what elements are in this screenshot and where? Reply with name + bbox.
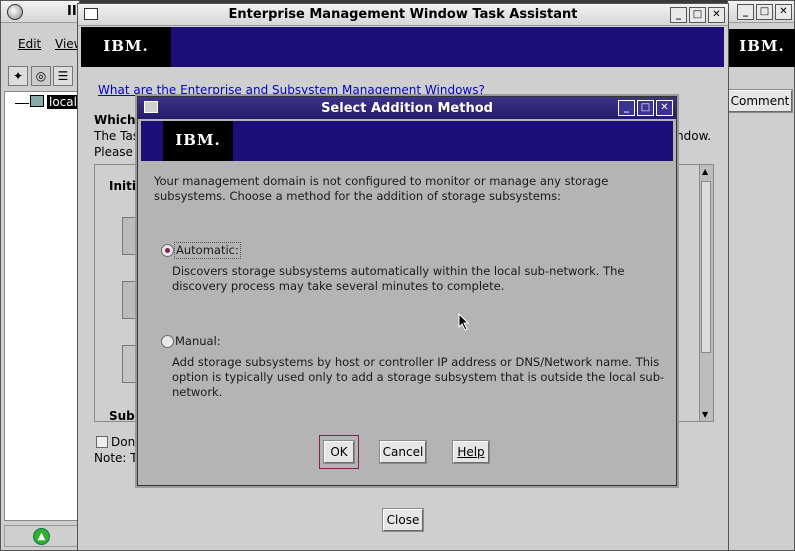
- dialog-ibm-banner: IBM.: [141, 121, 673, 161]
- wand-icon[interactable]: ✦: [8, 66, 28, 86]
- ibm-logo-box: IBM.: [81, 27, 171, 67]
- background-window-titlebar[interactable]: II: [1, 1, 79, 23]
- ibm-logo: IBM.: [103, 37, 149, 55]
- menu-edit[interactable]: Edit: [18, 37, 41, 51]
- ibm-logo: IBM.: [175, 131, 221, 149]
- dialog-intro-text: Your management domain is not configured…: [154, 174, 609, 203]
- scroll-up-icon[interactable]: ▲: [702, 167, 708, 176]
- ibm-logo-box: IBM.: [163, 121, 233, 161]
- right-window: _ □ ✕ IBM. Comment: [727, 0, 795, 551]
- note-text: Note: T: [94, 451, 138, 465]
- dialog-titlebar[interactable]: Select Addition Method _ □ ✕: [138, 97, 676, 119]
- automatic-description: Discovers storage subsystems automatical…: [172, 264, 625, 293]
- monitor-icon[interactable]: ◎: [31, 66, 51, 86]
- status-bar: ▲: [4, 525, 81, 547]
- help-link[interactable]: What are the Enterprise and Subsystem Ma…: [98, 83, 485, 97]
- manual-description: Add storage subsystems by host or contro…: [172, 355, 665, 399]
- tree-line: [15, 103, 29, 104]
- mouse-pointer-icon: [458, 313, 470, 331]
- right-window-titlebar[interactable]: _ □ ✕: [728, 1, 794, 23]
- maximize-icon[interactable]: □: [689, 7, 706, 23]
- task-assistant-titlebar[interactable]: Enterprise Management Window Task Assist…: [78, 4, 728, 26]
- automatic-radio[interactable]: [161, 244, 174, 257]
- status-up-arrow-icon: ▲: [33, 528, 50, 545]
- computer-icon: [30, 95, 44, 107]
- background-window: II Edit View ✦ ◎ ☰ localh ▲: [0, 0, 87, 551]
- description-line-1: The Tas: [94, 129, 140, 143]
- dialog-title: Select Addition Method: [321, 101, 493, 116]
- minimize-icon[interactable]: _: [618, 100, 635, 116]
- task-list-scrollbar[interactable]: ▲ ▼: [699, 165, 713, 421]
- ibm-logo: IBM.: [739, 37, 785, 55]
- ok-button[interactable]: OK: [324, 441, 354, 463]
- maximize-icon[interactable]: □: [756, 4, 773, 20]
- minimize-icon[interactable]: _: [670, 7, 687, 23]
- manual-label[interactable]: Manual:: [175, 334, 221, 349]
- comment-button[interactable]: Comment: [728, 90, 792, 112]
- globe-icon: [7, 4, 23, 20]
- close-icon[interactable]: ✕: [775, 4, 792, 20]
- tree-panel: localh: [4, 91, 87, 521]
- toolbar: ✦ ◎ ☰: [1, 61, 81, 89]
- close-icon[interactable]: ✕: [656, 100, 673, 116]
- automatic-label[interactable]: Automatic:: [174, 242, 241, 259]
- cancel-button[interactable]: Cancel: [380, 441, 426, 463]
- menubar: Edit View: [1, 31, 83, 57]
- minimize-icon[interactable]: _: [737, 4, 754, 20]
- maximize-icon[interactable]: □: [637, 100, 654, 116]
- right-ibm-banner: IBM.: [728, 29, 795, 67]
- ibm-banner: IBM.: [81, 27, 724, 67]
- manual-radio[interactable]: [161, 335, 174, 348]
- dont-show-label: Don': [111, 435, 139, 449]
- dont-show-checkbox[interactable]: [96, 436, 108, 448]
- close-icon[interactable]: ✕: [708, 7, 725, 23]
- right-panel: [728, 121, 792, 521]
- help-button[interactable]: Help: [453, 441, 489, 463]
- list-icon[interactable]: ☰: [53, 66, 73, 86]
- select-addition-dialog: Select Addition Method _ □ ✕ IBM. Your m…: [137, 96, 677, 486]
- scroll-thumb[interactable]: [701, 181, 711, 353]
- close-button[interactable]: Close: [383, 509, 423, 531]
- task-assistant-title: Enterprise Management Window Task Assist…: [228, 7, 578, 22]
- scroll-down-icon[interactable]: ▼: [702, 410, 708, 419]
- description-line-2: Please c: [94, 145, 144, 159]
- description-line-1-end: ndow.: [676, 129, 712, 143]
- background-window-title: II: [67, 4, 77, 19]
